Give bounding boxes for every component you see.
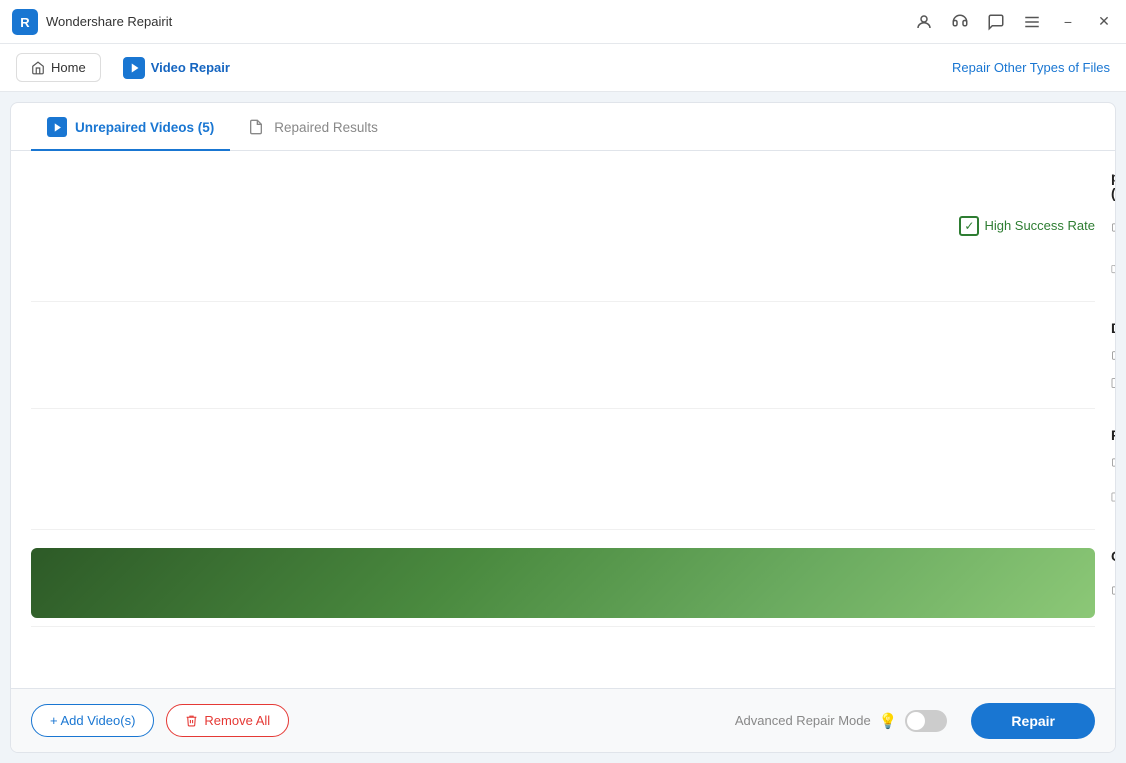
video-info-4: Cloud Formation Video.avi 13.01 MB 00:00…	[1111, 548, 1115, 612]
video-item-1: pexels-taryn-elliott-6051471 (540p)_1_15…	[31, 151, 1095, 302]
remove-all-label: Remove All	[204, 713, 270, 728]
video-info-3: Playful Dogs During Winter Season.mkv 86…	[1111, 427, 1115, 511]
titlebar-controls: − ✕	[914, 12, 1114, 32]
close-button[interactable]: ✕	[1094, 12, 1114, 32]
tab-unrepaired[interactable]: Unrepaired Videos (5)	[31, 103, 230, 151]
tab-repaired[interactable]: Repaired Results	[230, 103, 394, 151]
file-icon-3	[1111, 456, 1115, 469]
video-repair-nav[interactable]: Video Repair	[109, 51, 244, 85]
minimize-button[interactable]: −	[1058, 12, 1078, 32]
video-repair-icon	[123, 57, 145, 79]
video-item-4: Cloud Formation Video.avi 13.01 MB 00:00…	[31, 530, 1095, 627]
video-list: pexels-taryn-elliott-6051471 (540p)_1_15…	[11, 151, 1115, 689]
meta-size-3: 86.25 MB	[1111, 449, 1115, 477]
folder-icon-1	[1111, 263, 1115, 275]
folder-icon-2	[1111, 377, 1115, 389]
video-path-3: C:\Users\ws\Videos\Playful Dogs During W…	[1111, 483, 1115, 511]
svg-text:R: R	[20, 15, 30, 30]
file-icon-1	[1111, 221, 1115, 234]
file-icon-2	[1111, 349, 1115, 362]
tabs-container: Unrepaired Videos (5) Repaired Results	[11, 103, 1115, 151]
video-item-2: Dali-60-20000-AAC(Apower).asf 152.70 MB …	[31, 302, 1095, 409]
high-success-badge-1: ✓ High Success Rate	[959, 216, 1095, 236]
chat-icon[interactable]	[986, 12, 1006, 32]
advanced-mode-label: Advanced Repair Mode	[735, 713, 871, 728]
video-name-1: pexels-taryn-elliott-6051471 (540p)_1_15…	[1111, 169, 1115, 201]
repair-other-link[interactable]: Repair Other Types of Files	[952, 60, 1110, 75]
folder-icon-3	[1111, 491, 1115, 503]
video-thumbnail-4	[31, 548, 1095, 618]
meta-size-4: 13.01 MB	[1111, 577, 1115, 605]
account-icon[interactable]	[914, 12, 934, 32]
menu-icon[interactable]	[1022, 12, 1042, 32]
video-path-2: C:\Users\ws\Videos\Dali-60-20000-AAC(Apo…	[1111, 376, 1115, 390]
video-meta-2: 152.70 MB 00:01:11 1502 x 774 Missing	[1111, 342, 1115, 370]
main-panel: Unrepaired Videos (5) Repaired Results p…	[10, 102, 1116, 753]
video-meta-1: 34.49 MB 00:00:19 3840 x 2160 Missing	[1111, 207, 1115, 249]
file-icon-4	[1111, 584, 1115, 597]
video-meta-3: 86.25 MB 00:00:56 Missing Missing	[1111, 449, 1115, 477]
video-repair-label: Video Repair	[151, 60, 230, 75]
video-name-2: Dali-60-20000-AAC(Apower).asf	[1111, 320, 1115, 336]
navbar: Home Video Repair Repair Other Types of …	[0, 44, 1126, 92]
unrepaired-tab-label: Unrepaired Videos (5)	[75, 120, 214, 135]
info-icon: 💡	[879, 712, 898, 730]
video-name-4: Cloud Formation Video.avi	[1111, 548, 1115, 564]
app-name: Wondershare Repairit	[46, 14, 914, 29]
repaired-tab-icon	[246, 117, 266, 137]
repaired-tab-label: Repaired Results	[274, 120, 378, 135]
success-label-1: High Success Rate	[984, 218, 1095, 233]
video-path-1: C:\Users\ws\Videos\pexels-taryn-elliott-…	[1111, 255, 1115, 283]
app-logo: R	[12, 9, 38, 35]
success-icon-1: ✓	[959, 216, 979, 236]
home-label: Home	[51, 60, 86, 75]
home-icon	[31, 61, 45, 75]
video-info-2: Dali-60-20000-AAC(Apower).asf 152.70 MB …	[1111, 320, 1115, 390]
advanced-mode-toggle[interactable]	[905, 710, 947, 732]
advanced-mode-container: Advanced Repair Mode 💡	[735, 710, 948, 732]
headset-icon[interactable]	[950, 12, 970, 32]
add-video-button[interactable]: + Add Video(s)	[31, 704, 154, 737]
titlebar: R Wondershare Repairit − ✕	[0, 0, 1126, 44]
video-item-3: Playful Dogs During Winter Season.mkv 86…	[31, 409, 1095, 530]
video-name-3: Playful Dogs During Winter Season.mkv	[1111, 427, 1115, 443]
video-info-1: pexels-taryn-elliott-6051471 (540p)_1_15…	[1111, 169, 1115, 283]
unrepaired-tab-icon	[47, 117, 67, 137]
trash-icon	[185, 714, 198, 727]
repair-button[interactable]: Repair	[971, 703, 1095, 739]
meta-size-2: 152.70 MB	[1111, 342, 1115, 370]
remove-all-button[interactable]: Remove All	[166, 704, 289, 737]
home-nav-button[interactable]: Home	[16, 53, 101, 82]
video-meta-4: 13.01 MB 00:00:59 1920 x 1080 Missing	[1111, 570, 1115, 612]
bottom-bar: + Add Video(s) Remove All Advanced Repai…	[11, 688, 1115, 752]
meta-size-1: 34.49 MB	[1111, 214, 1115, 242]
